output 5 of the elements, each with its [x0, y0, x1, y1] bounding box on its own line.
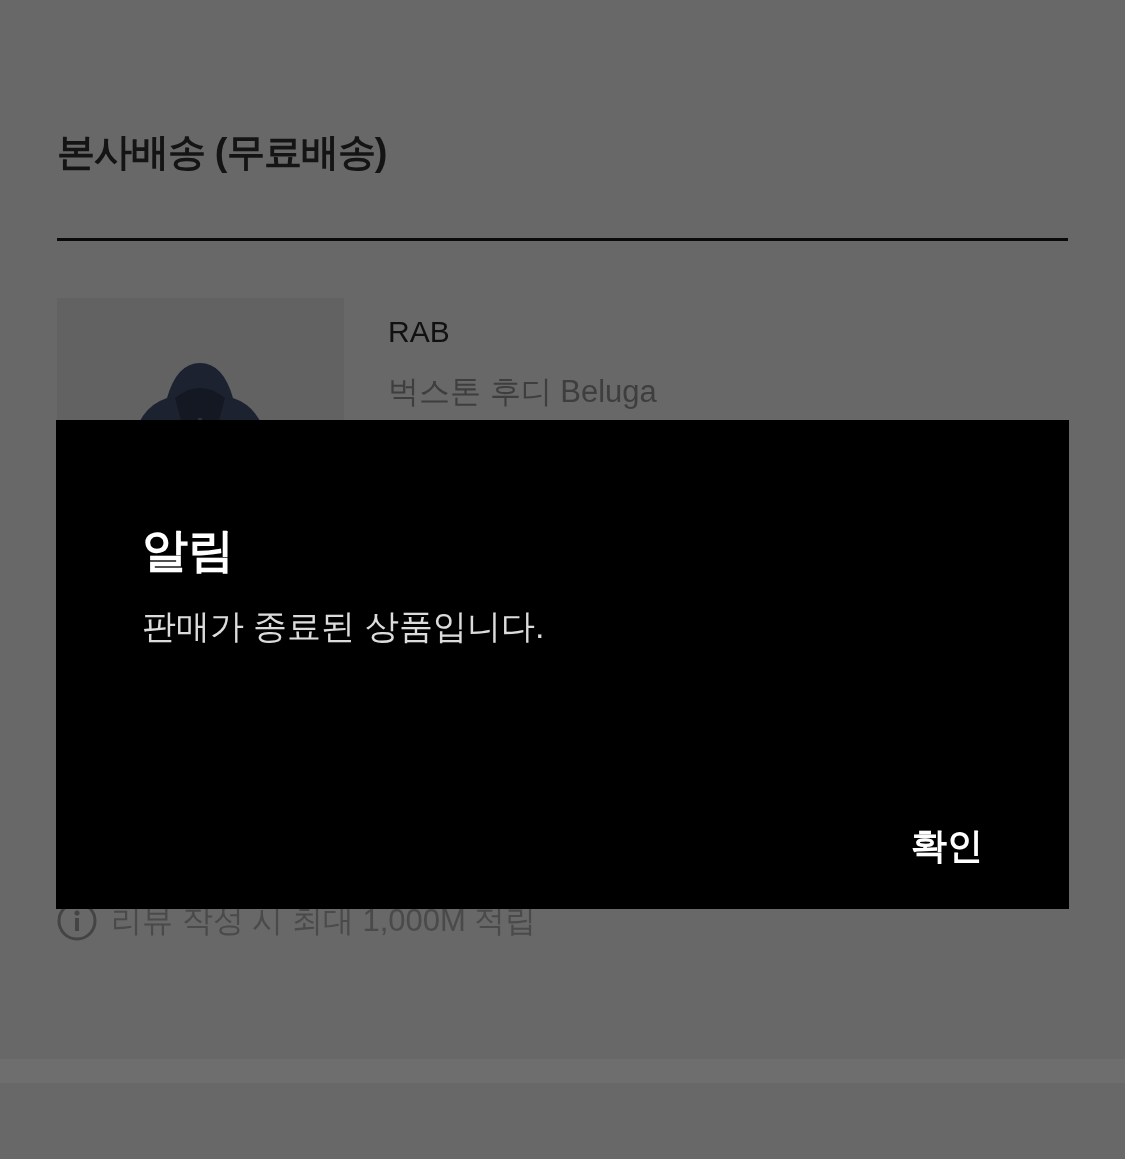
- section-title: 본사배송 (무료배송): [57, 130, 387, 175]
- confirm-button[interactable]: 확인: [911, 823, 983, 869]
- dialog-message: 판매가 종료된 상품입니다.: [142, 606, 545, 647]
- dialog-title: 알림: [142, 523, 234, 578]
- product-brand: RAB: [388, 314, 450, 350]
